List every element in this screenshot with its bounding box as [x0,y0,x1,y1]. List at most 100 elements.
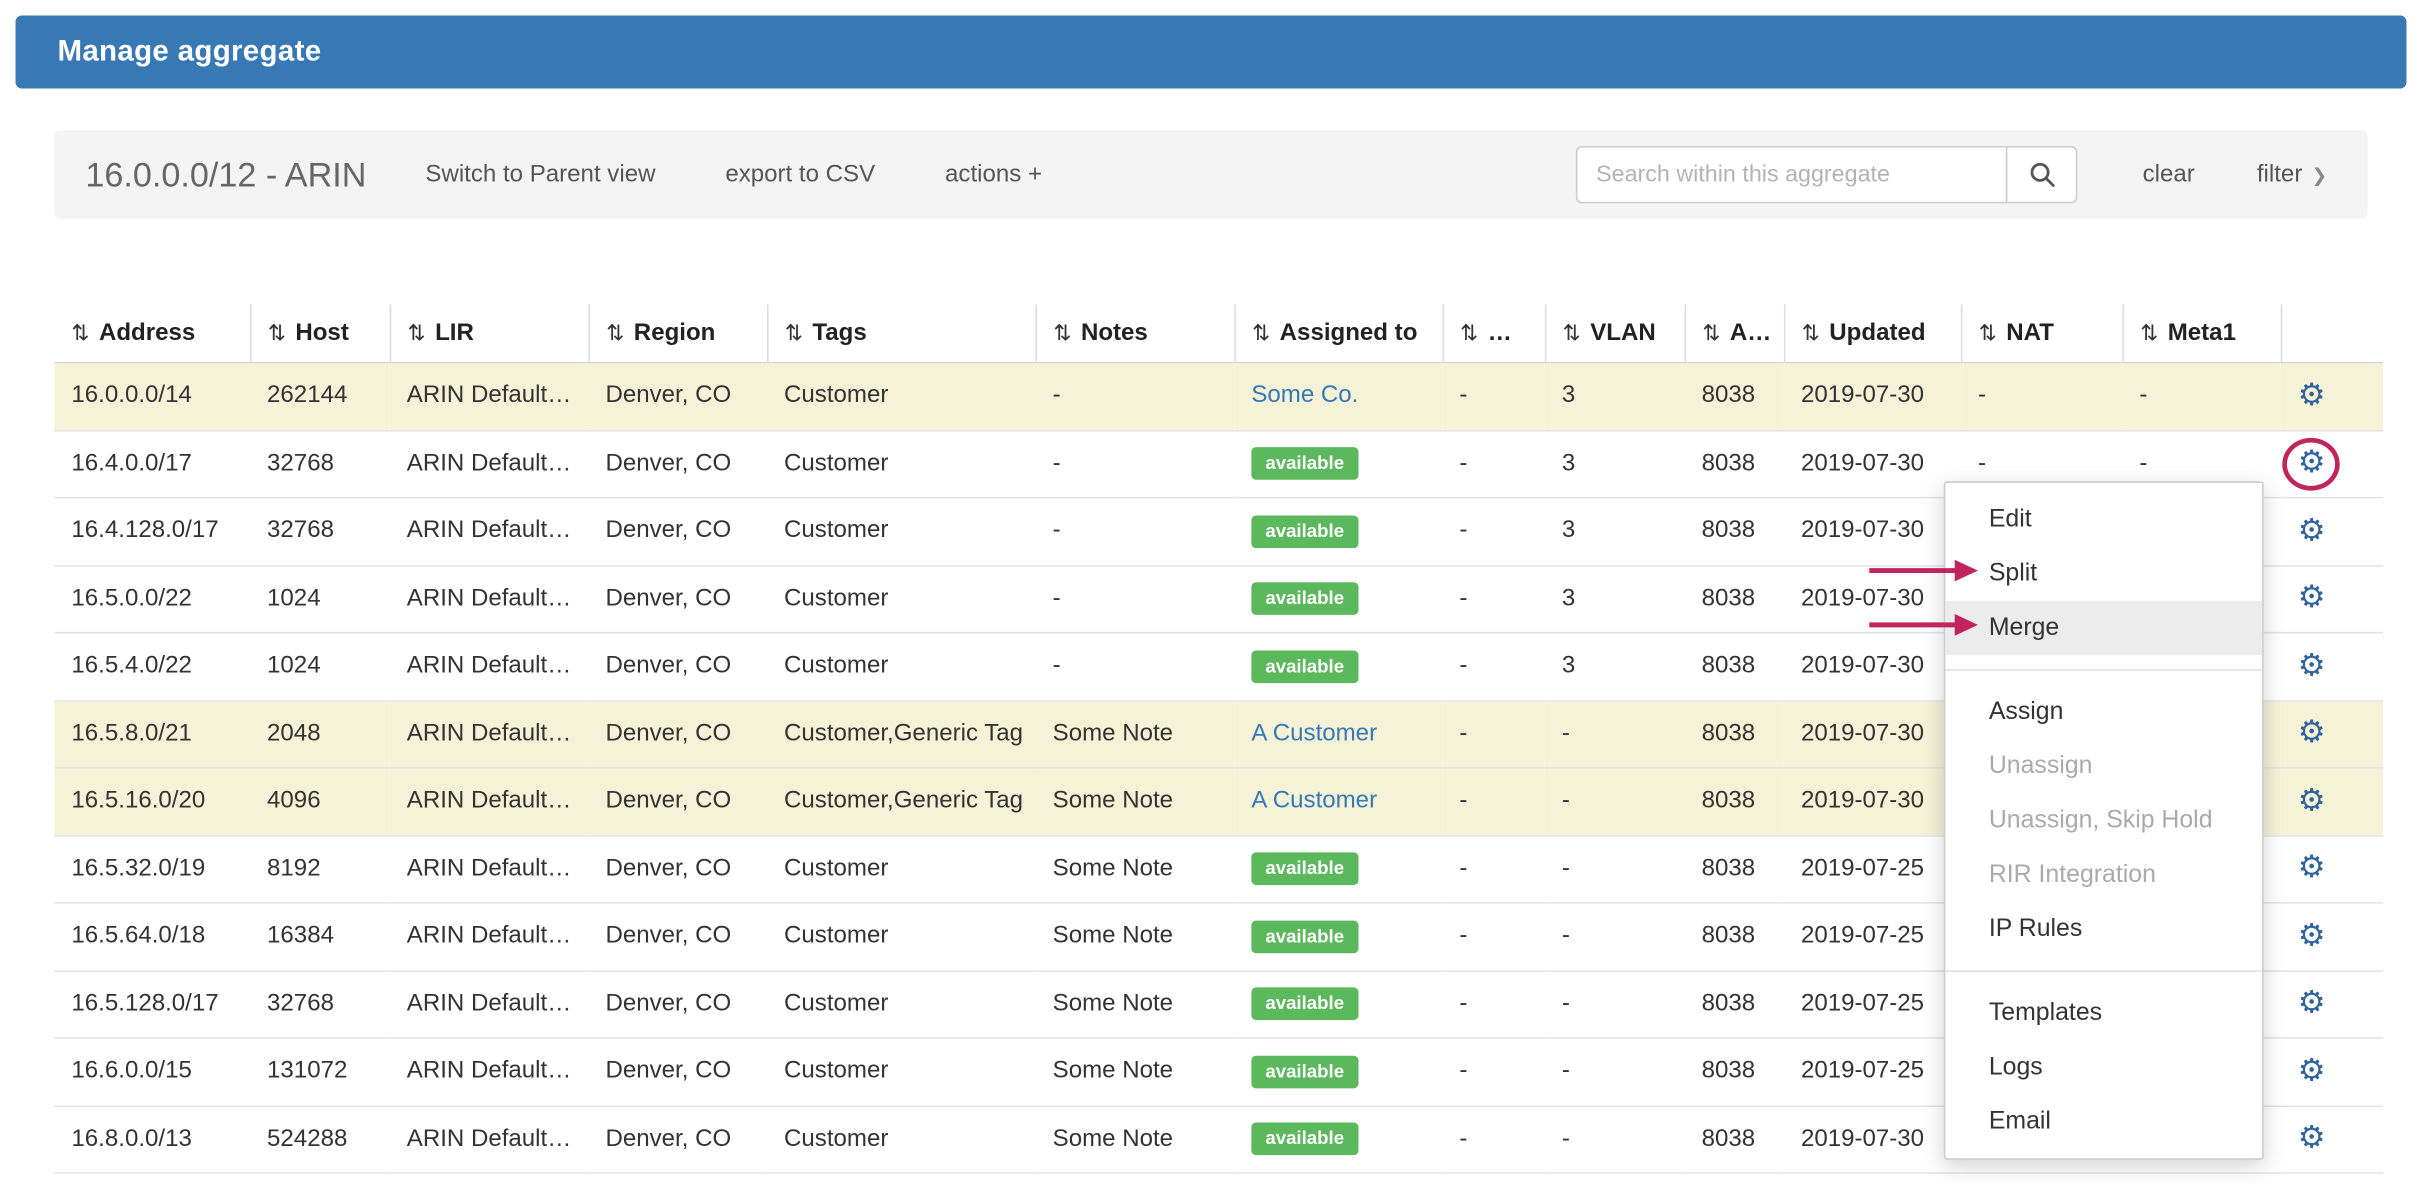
cell-region: Denver, CO [588,363,767,431]
cell-region: Denver, CO [588,565,767,633]
filter-link[interactable]: filter❯ [2257,161,2327,189]
cell-a-truncated: 8038 [1685,498,1784,566]
cell-host: 1024 [250,565,390,633]
cell-assigned-to: available [1234,1105,1442,1173]
cell-region: Denver, CO [588,633,767,701]
titlebar: Manage aggregate [16,16,2407,89]
column-header[interactable]: ⇅Host [250,304,390,362]
search-button[interactable] [2008,146,2078,203]
cell-assigned-to: available [1234,565,1442,633]
column-header[interactable]: ⇅LIR [390,304,589,362]
cell-vlan: - [1545,1105,1685,1173]
cell-lir: ARIN Default… [390,700,589,768]
row-actions-gear-icon[interactable]: ⚙ [2298,514,2326,548]
menu-item-email[interactable]: Email [1945,1095,2262,1149]
menu-item-unassign: Unassign [1945,739,2262,793]
assigned-value[interactable]: Some Co. [1251,382,1358,408]
switch-parent-view-link[interactable]: Switch to Parent view [425,161,655,189]
column-label: Address [99,320,195,346]
cell-actions: ⚙ [2281,700,2383,768]
cell-host: 524288 [250,1105,390,1173]
column-label: Updated [1829,320,1925,346]
cell-a-truncated: 8038 [1685,430,1784,498]
cell-lir: ARIN Default… [390,1105,589,1173]
cell-truncated: - [1442,1038,1544,1106]
cell-vlan: 3 [1545,565,1685,633]
column-header[interactable]: ⇅VLAN [1545,304,1685,362]
cell-host: 32768 [250,970,390,1038]
row-actions-gear-icon[interactable]: ⚙ [2298,649,2326,683]
column-header[interactable]: ⇅Region [588,304,767,362]
cell-address: 16.5.128.0/17 [54,970,250,1038]
cell-lir: ARIN Default… [390,498,589,566]
cell-region: Denver, CO [588,903,767,971]
export-csv-link[interactable]: export to CSV [725,161,875,189]
cell-lir: ARIN Default… [390,633,589,701]
cell-notes: - [1036,633,1235,701]
sort-icon: ⇅ [1979,320,1997,345]
table-header-row: ⇅Address⇅Host⇅LIR⇅Region⇅Tags⇅Notes⇅Assi… [54,304,2383,362]
actions-menu-link[interactable]: actions + [945,161,1042,189]
cell-vlan: - [1545,700,1685,768]
cell-region: Denver, CO [588,1105,767,1173]
row-actions-gear-icon[interactable]: ⚙ [2298,1054,2326,1088]
menu-item-merge[interactable]: Merge [1945,601,2262,655]
menu-item-split[interactable]: Split [1945,547,2262,601]
column-header[interactable]: ⇅Meta1 [2122,304,2280,362]
column-label: NAT [2006,320,2054,346]
row-actions-gear-icon[interactable]: ⚙ [2298,851,2326,885]
cell-region: Denver, CO [588,768,767,836]
column-header[interactable]: ⇅Notes [1036,304,1235,362]
menu-item-logs[interactable]: Logs [1945,1040,2262,1094]
assigned-value[interactable]: A Customer [1251,720,1377,746]
column-header[interactable]: ⇅ Updated [1784,304,1961,362]
cell-nat: - [1961,363,2122,431]
column-header[interactable]: ⇅… [1442,304,1544,362]
cell-truncated: - [1442,768,1544,836]
cell-address: 16.5.8.0/21 [54,700,250,768]
cell-actions: ⚙ [2281,768,2383,836]
column-header[interactable]: ⇅Assigned to [1234,304,1442,362]
cell-a-truncated: 8038 [1685,565,1784,633]
row-actions-gear-icon[interactable]: ⚙ [2298,581,2326,615]
sort-icon: ⇅ [1802,320,1820,345]
cell-truncated: - [1442,363,1544,431]
sort-icon: ⇅ [1563,320,1581,345]
annotation-arrow-merge [1866,612,1981,638]
cell-meta1: - [2122,363,2280,431]
cell-host: 1024 [250,633,390,701]
menu-item-rir-integration: RIR Integration [1945,848,2262,902]
cell-updated: 2019-07-30 [1784,700,1961,768]
cell-address: 16.6.0.0/15 [54,1038,250,1106]
row-actions-gear-icon[interactable]: ⚙ [2298,986,2326,1020]
filter-label: filter [2257,161,2302,187]
assigned-value: available [1251,583,1358,616]
cell-notes: Some Note [1036,1105,1235,1173]
cell-address: 16.5.16.0/20 [54,768,250,836]
column-header[interactable]: ⇅ NAT [1961,304,2122,362]
menu-item-assign[interactable]: Assign [1945,685,2262,739]
row-actions-gear-icon[interactable]: ⚙ [2298,1121,2326,1155]
cell-updated: 2019-07-30 [1784,768,1961,836]
column-header[interactable]: ⇅A… [1685,304,1784,362]
cell-tags: Customer [767,633,1036,701]
cell-host: 262144 [250,363,390,431]
search-input[interactable] [1576,146,2008,203]
cell-assigned-to: available [1234,903,1442,971]
menu-item-templates[interactable]: Templates [1945,986,2262,1040]
assigned-value[interactable]: A Customer [1251,788,1377,814]
row-actions-gear-icon[interactable]: ⚙ [2298,378,2326,412]
cell-host: 16384 [250,903,390,971]
row-actions-gear-icon[interactable]: ⚙ [2298,784,2326,818]
cell-a-truncated: 8038 [1685,1038,1784,1106]
row-actions-gear-icon[interactable]: ⚙ [2298,919,2326,953]
clear-search-link[interactable]: clear [2143,161,2195,189]
menu-item-edit[interactable]: Edit [1945,492,2262,546]
row-actions-gear-icon[interactable]: ⚙ [2298,716,2326,750]
column-header[interactable]: ⇅Address [54,304,250,362]
column-header[interactable]: ⇅Tags [767,304,1036,362]
cell-lir: ARIN Default… [390,1038,589,1106]
cell-a-truncated: 8038 [1685,768,1784,836]
menu-item-ip-rules[interactable]: IP Rules [1945,902,2262,956]
column-header[interactable] [2281,304,2383,362]
